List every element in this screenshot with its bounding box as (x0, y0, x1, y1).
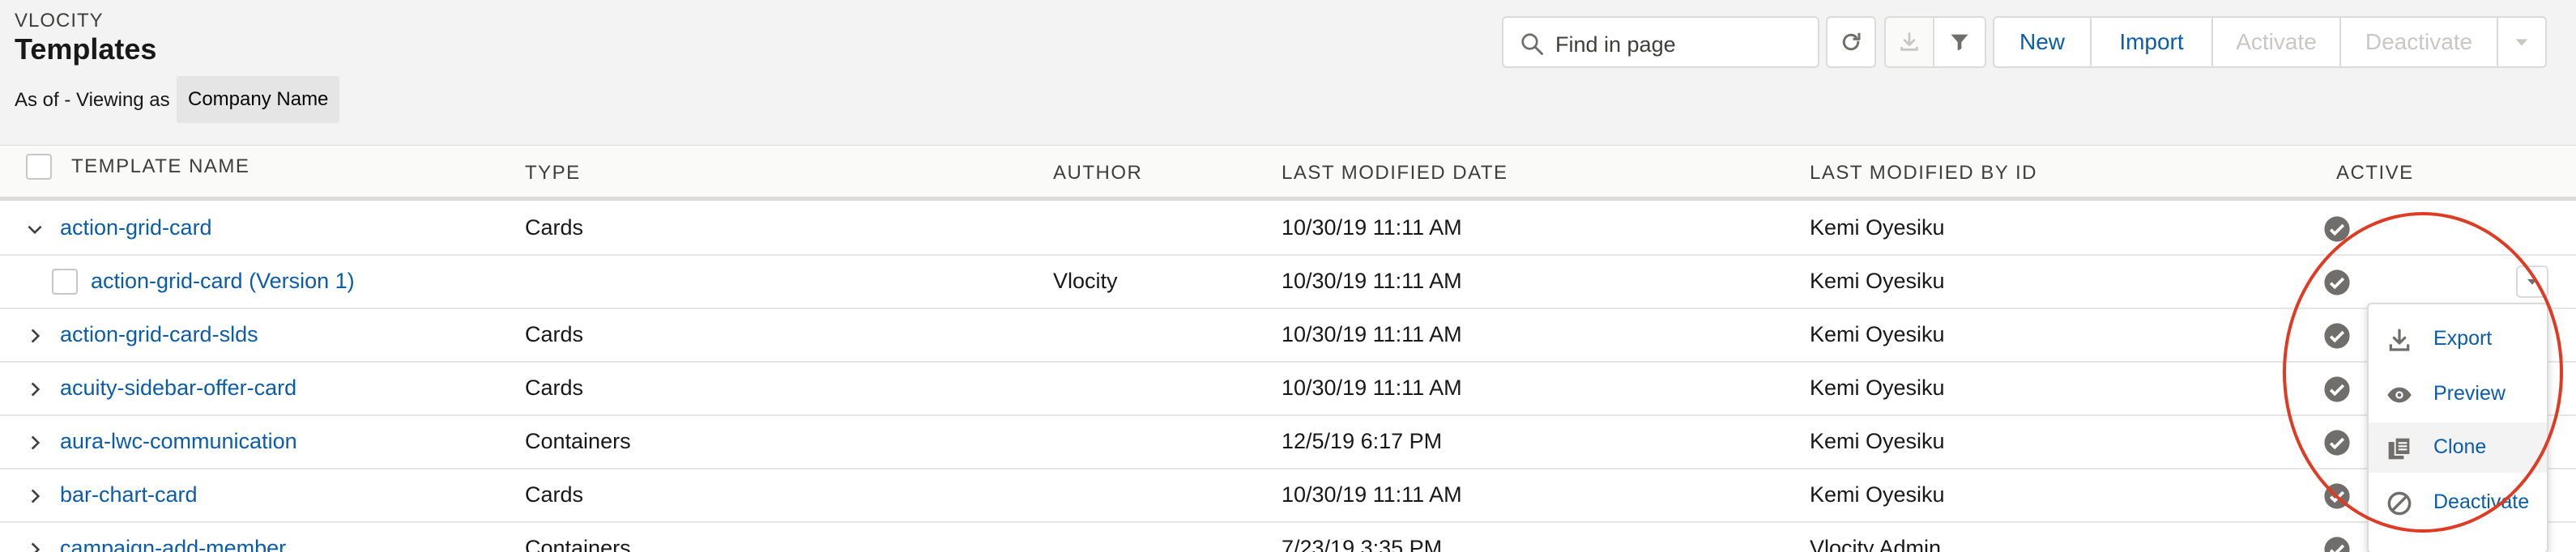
search-placeholder: Find in page (1555, 32, 1676, 57)
table-row[interactable]: action-grid-card (Version 1) Vlocity 10/… (0, 256, 2576, 309)
search-input[interactable]: Find in page (1502, 16, 1819, 68)
template-type: Cards (525, 482, 584, 507)
filter-icon (1951, 34, 1968, 51)
download-icon (2389, 329, 2410, 351)
row-actions-button[interactable] (2516, 265, 2548, 298)
row-checkbox[interactable] (52, 269, 78, 295)
chevron-right-icon[interactable] (24, 379, 45, 400)
template-name-link[interactable]: action-grid-card (60, 215, 212, 240)
eye-icon (2387, 387, 2412, 403)
download-button[interactable] (1884, 16, 1934, 68)
template-type: Containers (525, 429, 631, 453)
check-circle-icon (2324, 216, 2350, 242)
check-circle-icon (2324, 537, 2350, 552)
template-modified-date: 12/5/19 6:17 PM (1282, 429, 1443, 453)
search-icon (1521, 33, 1543, 55)
ban-icon (2387, 491, 2412, 516)
more-actions-button[interactable] (2497, 16, 2547, 68)
table-row[interactable]: bar-chart-card Cards 10/30/19 11:11 AM K… (0, 469, 2576, 523)
download-icon (1900, 32, 1918, 51)
menu-item-label: Clone (2433, 435, 2487, 458)
menu-item-export[interactable]: Export (2369, 314, 2547, 364)
page-title: Templates (15, 32, 157, 66)
template-type: Cards (525, 376, 584, 400)
menu-item-label: Preview (2433, 382, 2506, 405)
template-modified-by: Kemi Oyesiku (1810, 429, 1945, 453)
template-modified-by: Vlocity Admin (1810, 536, 1942, 552)
template-type: Containers (525, 536, 631, 552)
column-header-author[interactable]: AUTHOR (1053, 162, 1142, 185)
copy-icon (2388, 436, 2412, 460)
chevron-down-icon[interactable] (24, 219, 45, 240)
new-button[interactable]: New (1993, 16, 2092, 68)
table-row[interactable]: acuity-sidebar-offer-card Cards 10/30/19… (0, 363, 2576, 416)
column-header-type[interactable]: TYPE (525, 162, 581, 185)
refresh-button[interactable] (1826, 16, 1876, 68)
template-modified-by: Kemi Oyesiku (1810, 322, 1945, 346)
page-eyebrow: VLOCITY (15, 10, 104, 32)
menu-item-clone[interactable]: Clone (2369, 422, 2547, 473)
import-button[interactable]: Import (2090, 16, 2213, 68)
table-row[interactable]: action-grid-card Cards 10/30/19 11:11 AM… (0, 202, 2576, 256)
menu-item-preview[interactable]: Preview (2369, 369, 2547, 419)
chevron-right-icon[interactable] (24, 432, 45, 453)
check-circle-icon (2324, 483, 2350, 509)
page-header: VLOCITY Templates As of - Viewing as Com… (0, 0, 2576, 146)
table-header: TEMPLATE NAME TYPE AUTHOR LAST MODIFIED … (0, 146, 2576, 201)
template-modified-date: 10/30/19 11:11 AM (1282, 376, 1462, 400)
template-name-link[interactable]: campaign-add-member (60, 536, 286, 552)
template-author: Vlocity (1053, 269, 1118, 293)
chevron-right-icon[interactable] (24, 539, 45, 552)
template-modified-by: Kemi Oyesiku (1810, 215, 1945, 240)
chevron-right-icon[interactable] (24, 325, 45, 346)
viewing-as-company[interactable]: Company Name (177, 76, 340, 123)
template-modified-date: 7/23/19 3:35 PM (1282, 536, 1443, 552)
select-all-checkbox[interactable] (26, 154, 52, 180)
deactivate-button[interactable]: Deactivate (2339, 16, 2498, 68)
refresh-icon (1842, 32, 1861, 51)
column-header-last-modified-date[interactable]: LAST MODIFIED DATE (1282, 162, 1508, 185)
template-modified-by: Kemi Oyesiku (1810, 376, 1945, 400)
template-name-link[interactable]: action-grid-card-slds (60, 322, 258, 347)
chevron-right-icon[interactable] (24, 486, 45, 507)
chevron-down-icon (2515, 39, 2528, 46)
column-header-template-name[interactable]: TEMPLATE NAME (71, 155, 249, 178)
table-row[interactable]: campaign-add-member Containers 7/23/19 3… (0, 523, 2576, 552)
check-circle-icon (2324, 376, 2350, 402)
filter-button[interactable] (1933, 16, 1986, 68)
template-type: Cards (525, 322, 584, 346)
template-modified-by: Kemi Oyesiku (1810, 482, 1945, 507)
activate-button[interactable]: Activate (2211, 16, 2341, 68)
column-header-last-modified-by[interactable]: LAST MODIFIED BY ID (1810, 162, 2037, 185)
check-circle-icon (2324, 430, 2350, 456)
row-actions-menu: Export Preview Clone Deactivate (2367, 303, 2548, 552)
template-modified-date: 10/30/19 11:11 AM (1282, 322, 1462, 346)
menu-item-deactivate[interactable]: Deactivate (2369, 478, 2547, 528)
menu-item-label: Export (2433, 327, 2493, 350)
viewing-as-label: As of - Viewing as (15, 89, 170, 111)
toolbar-button-group: New Import Activate Deactivate (1993, 16, 2547, 68)
check-circle-icon (2324, 270, 2350, 295)
table-row[interactable]: aura-lwc-communication Containers 12/5/1… (0, 416, 2576, 469)
template-name-link[interactable]: action-grid-card (Version 1) (91, 269, 355, 294)
template-type: Cards (525, 215, 584, 240)
template-modified-date: 10/30/19 11:11 AM (1282, 482, 1462, 507)
template-modified-date: 10/30/19 11:11 AM (1282, 269, 1462, 293)
template-name-link[interactable]: aura-lwc-communication (60, 429, 297, 454)
template-modified-date: 10/30/19 11:11 AM (1282, 215, 1462, 240)
chevron-down-icon (2527, 279, 2537, 285)
template-name-link[interactable]: acuity-sidebar-offer-card (60, 376, 296, 401)
column-header-active[interactable]: ACTIVE (2336, 162, 2414, 185)
template-modified-by: Kemi Oyesiku (1810, 269, 1945, 293)
table-row[interactable]: action-grid-card-slds Cards 10/30/19 11:… (0, 309, 2576, 363)
template-name-link[interactable]: bar-chart-card (60, 482, 198, 507)
check-circle-icon (2324, 323, 2350, 349)
menu-item-label: Deactivate (2433, 490, 2530, 513)
